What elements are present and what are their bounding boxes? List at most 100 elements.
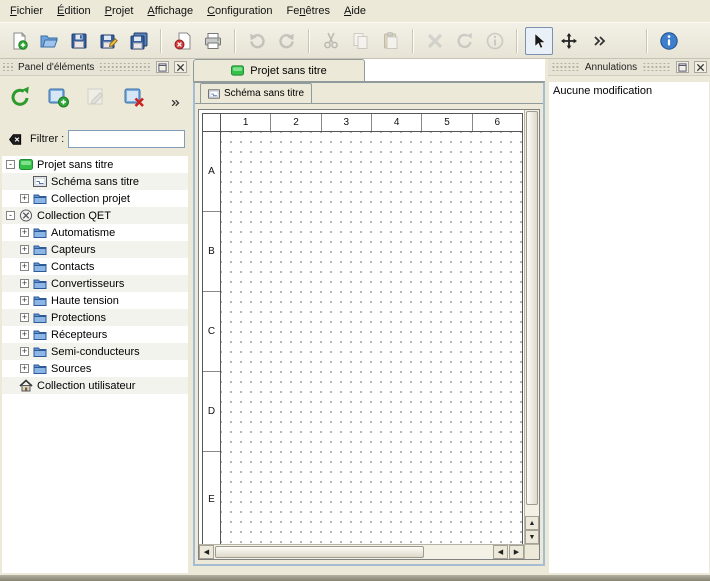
ruler-row-label: E bbox=[203, 452, 220, 544]
folder-icon bbox=[33, 277, 47, 290]
tree-item[interactable]: Schéma sans titre bbox=[2, 173, 188, 190]
menu-item[interactable]: Aide bbox=[337, 1, 373, 21]
schema-tabstrip: Schéma sans titre bbox=[195, 83, 543, 104]
schema-grid[interactable] bbox=[221, 132, 522, 544]
paste-button[interactable] bbox=[377, 27, 405, 55]
paste-icon bbox=[381, 31, 401, 51]
delete-button[interactable] bbox=[421, 27, 449, 55]
tree-toggle[interactable]: + bbox=[20, 296, 29, 305]
redo-button[interactable] bbox=[273, 27, 301, 55]
filter-input[interactable] bbox=[68, 130, 185, 148]
tree-item[interactable]: Collection utilisateur bbox=[2, 377, 188, 394]
elements-panel-toolbar bbox=[0, 76, 190, 114]
scroll-right-button[interactable]: ▶ bbox=[509, 545, 524, 559]
panel-grip[interactable] bbox=[99, 63, 151, 71]
copy-button[interactable] bbox=[347, 27, 375, 55]
float-panel-button[interactable] bbox=[156, 61, 169, 73]
tree-item[interactable]: +Contacts bbox=[2, 258, 188, 275]
project-tabstrip: Projet sans titre bbox=[193, 59, 545, 82]
schema-viewport[interactable]: 123456 ABCDE bbox=[199, 110, 524, 544]
menu-item[interactable]: Fenêtres bbox=[280, 1, 337, 21]
clear-filter-button[interactable] bbox=[4, 130, 26, 148]
select-pointer-button[interactable] bbox=[525, 27, 553, 55]
reload-button[interactable] bbox=[5, 82, 35, 112]
close-file-button[interactable] bbox=[169, 27, 197, 55]
tree-toggle[interactable]: + bbox=[20, 347, 29, 356]
ruler-row-label: D bbox=[203, 372, 220, 452]
horizontal-scrollbar-thumb[interactable] bbox=[215, 546, 424, 558]
tree-item[interactable]: +Automatisme bbox=[2, 224, 188, 241]
move-part-button[interactable] bbox=[555, 27, 583, 55]
menu-item[interactable]: Édition bbox=[50, 1, 98, 21]
tree-item[interactable]: -Collection QET bbox=[2, 207, 188, 224]
close-panel-button[interactable] bbox=[694, 61, 707, 73]
tree-toggle[interactable]: + bbox=[20, 313, 29, 322]
tab-projet-sans-titre[interactable]: Projet sans titre bbox=[193, 59, 365, 81]
float-panel-button[interactable] bbox=[676, 61, 689, 73]
vertical-scrollbar[interactable]: ▲ ▼ bbox=[524, 110, 539, 544]
new-file-button[interactable] bbox=[5, 27, 33, 55]
tree-toggle[interactable]: + bbox=[20, 262, 29, 271]
panel-overflow-button[interactable] bbox=[166, 94, 184, 112]
tree-item[interactable]: + Récepteurs bbox=[2, 326, 188, 343]
edit-element-button[interactable] bbox=[81, 82, 111, 112]
toolbar-separator bbox=[308, 29, 310, 53]
schema-view-frame: 123456 ABCDE ▲ ▼ ◀ ◀ ▶ bbox=[198, 109, 540, 560]
scroll-down-button[interactable]: ▼ bbox=[525, 530, 539, 544]
tree-toggle[interactable]: - bbox=[6, 160, 15, 169]
save-button[interactable] bbox=[65, 27, 93, 55]
save-all-button[interactable] bbox=[125, 27, 153, 55]
undo-button[interactable] bbox=[243, 27, 271, 55]
undo-panel-header[interactable]: Annulations bbox=[548, 59, 710, 76]
save-icon bbox=[69, 31, 89, 51]
print-button[interactable] bbox=[199, 27, 227, 55]
tree-toggle[interactable]: + bbox=[20, 279, 29, 288]
tree-item[interactable]: -Projet sans titre bbox=[2, 156, 188, 173]
menu-item[interactable]: Affichage bbox=[140, 1, 200, 21]
tree-toggle[interactable]: + bbox=[20, 330, 29, 339]
open-button[interactable] bbox=[35, 27, 63, 55]
elements-panel-title: Panel d'éléments bbox=[18, 62, 94, 73]
tree-item[interactable]: +Sources bbox=[2, 360, 188, 377]
tree-toggle[interactable]: + bbox=[20, 364, 29, 373]
panel-grip[interactable] bbox=[551, 63, 580, 71]
close-panel-button[interactable] bbox=[174, 61, 187, 73]
tree-item[interactable]: +Convertisseurs bbox=[2, 275, 188, 292]
panel-grip[interactable] bbox=[3, 63, 13, 71]
horizontal-scrollbar[interactable]: ◀ ◀ ▶ bbox=[199, 544, 524, 559]
tree-item[interactable]: +Semi-conducteurs bbox=[2, 343, 188, 360]
reload-icon bbox=[8, 85, 32, 109]
delete-element-button[interactable] bbox=[119, 82, 149, 112]
scroll-left-button[interactable]: ◀ bbox=[199, 545, 214, 559]
scroll-left-button-2[interactable]: ◀ bbox=[493, 545, 508, 559]
menu-item[interactable]: Configuration bbox=[200, 1, 279, 21]
project-icon bbox=[19, 158, 33, 171]
tree-toggle[interactable]: + bbox=[20, 245, 29, 254]
save-as-button[interactable] bbox=[95, 27, 123, 55]
tree-item-label: Récepteurs bbox=[51, 329, 107, 341]
tree-toggle[interactable]: - bbox=[6, 211, 15, 220]
menu-item[interactable]: Fichier bbox=[3, 1, 50, 21]
cut-button[interactable] bbox=[317, 27, 345, 55]
tree-item-label: Collection utilisateur bbox=[37, 380, 135, 392]
tree-item[interactable]: +Capteurs bbox=[2, 241, 188, 258]
vertical-scrollbar-thumb[interactable] bbox=[526, 111, 538, 505]
tree-toggle[interactable]: + bbox=[20, 228, 29, 237]
scroll-up-button[interactable]: ▲ bbox=[525, 516, 539, 530]
tree-toggle[interactable]: + bbox=[20, 194, 29, 203]
tab-schema-sans-titre[interactable]: Schéma sans titre bbox=[200, 83, 312, 103]
tree-item[interactable]: +Collection projet bbox=[2, 190, 188, 207]
undo-list[interactable]: Aucune modification bbox=[549, 82, 709, 573]
panel-grip[interactable] bbox=[642, 63, 671, 71]
elements-panel-header[interactable]: Panel d'éléments bbox=[0, 59, 190, 76]
about-info-button[interactable] bbox=[655, 27, 683, 55]
menu-item[interactable]: Projet bbox=[98, 1, 141, 21]
tree-item[interactable]: +Protections bbox=[2, 309, 188, 326]
ruler-columns: 123456 bbox=[221, 114, 522, 132]
new-element-button[interactable] bbox=[43, 82, 73, 112]
tree-item[interactable]: +Haute tension bbox=[2, 292, 188, 309]
toolbar-overflow-button[interactable] bbox=[585, 27, 613, 55]
toolbar-separator bbox=[516, 29, 518, 53]
rotate-button[interactable] bbox=[451, 27, 479, 55]
info-button[interactable] bbox=[481, 27, 509, 55]
